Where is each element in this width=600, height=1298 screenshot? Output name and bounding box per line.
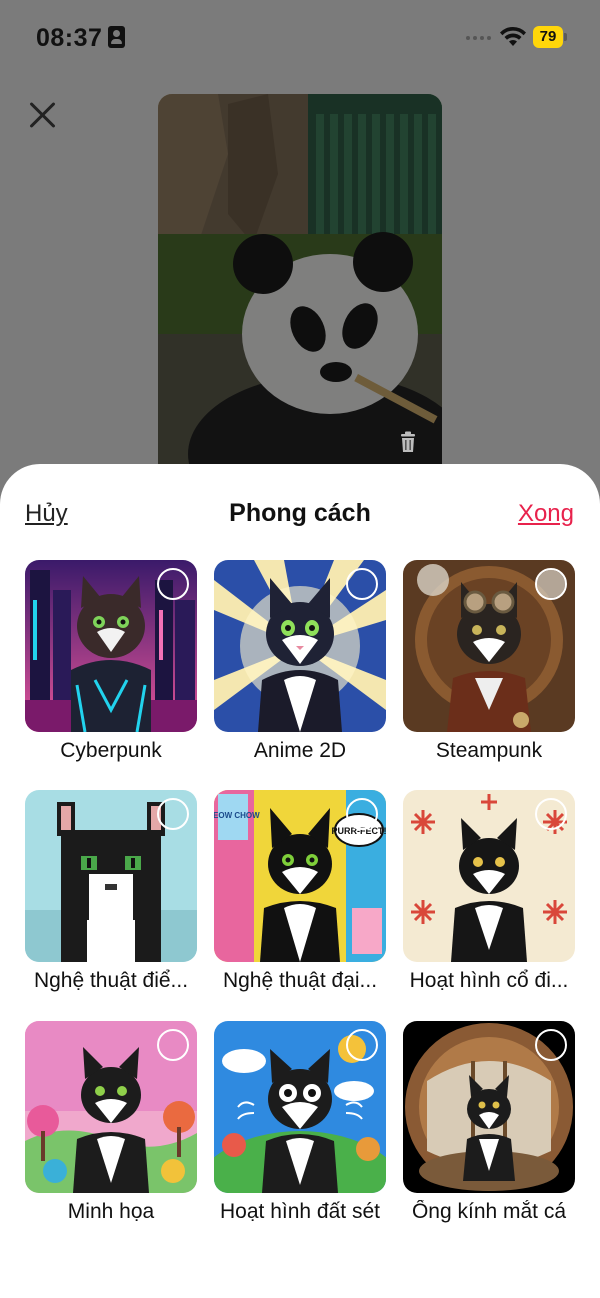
battery-indicator: 79 [533,26,567,48]
style-option-pixel-art[interactable]: Nghệ thuật điể... [25,790,197,993]
style-select-radio[interactable] [157,1029,189,1061]
style-label: Steampunk [435,739,543,762]
style-label: Ống kính mắt cá [411,1200,567,1223]
style-option-fisheye[interactable]: Ống kính mắt cá [403,1021,575,1224]
style-select-radio[interactable] [535,1029,567,1061]
style-thumbnail [25,790,197,962]
style-thumbnail [25,1021,197,1193]
style-label: Hoạt hình đất sét [220,1200,380,1223]
trash-icon[interactable] [394,428,422,456]
style-label: Anime 2D [253,739,347,762]
style-select-radio[interactable] [157,798,189,830]
wifi-icon [500,26,526,46]
style-thumbnail [25,560,197,732]
style-thumbnail [214,560,386,732]
sheet-header: Hủy Phong cách Xong [0,464,600,560]
close-button[interactable] [28,100,58,130]
style-option-pop-art[interactable]: MEOW CHOW PURR-FECT! Nghệ thuật đại... [214,790,386,993]
style-select-radio[interactable] [346,1029,378,1061]
style-label: Nghệ thuật đại... [222,969,378,992]
carton-label: MEOW CHOW [214,811,260,820]
sheet-title: Phong cách [229,499,371,527]
style-thumbnail [214,1021,386,1193]
battery-level: 79 [533,26,563,48]
style-select-radio[interactable] [535,568,567,600]
style-label: Nghệ thuật điể... [33,969,189,992]
style-option-illustration[interactable]: Minh họa [25,1021,197,1224]
style-label: Minh họa [67,1200,155,1223]
style-thumbnail [403,560,575,732]
style-option-cyberpunk[interactable]: Cyberpunk [25,560,197,763]
style-option-anime-2d[interactable]: Anime 2D [214,560,386,763]
style-select-radio[interactable] [535,798,567,830]
style-select-radio[interactable] [157,568,189,600]
style-select-radio[interactable] [346,568,378,600]
contact-card-icon [108,26,125,48]
selected-photo [158,94,442,494]
style-select-radio[interactable] [346,798,378,830]
style-option-steampunk[interactable]: Steampunk [403,560,575,763]
style-thumbnail [403,1021,575,1193]
style-label: Cyberpunk [60,739,162,762]
style-picker-sheet: Hủy Phong cách Xong Cyberpunk Anime 2D S… [0,464,600,1298]
signal-dots-icon [466,36,491,40]
style-label: Hoạt hình cổ đi... [409,969,569,992]
status-time: 08:37 [36,24,103,52]
style-thumbnail: MEOW CHOW PURR-FECT! [214,790,386,962]
status-bar: 08:37 79 [0,0,600,76]
style-option-claymation[interactable]: Hoạt hình đất sét [214,1021,386,1224]
done-button[interactable]: Xong [518,500,574,528]
style-option-classic-cartoon[interactable]: Hoạt hình cổ đi... [403,790,575,993]
style-thumbnail [403,790,575,962]
